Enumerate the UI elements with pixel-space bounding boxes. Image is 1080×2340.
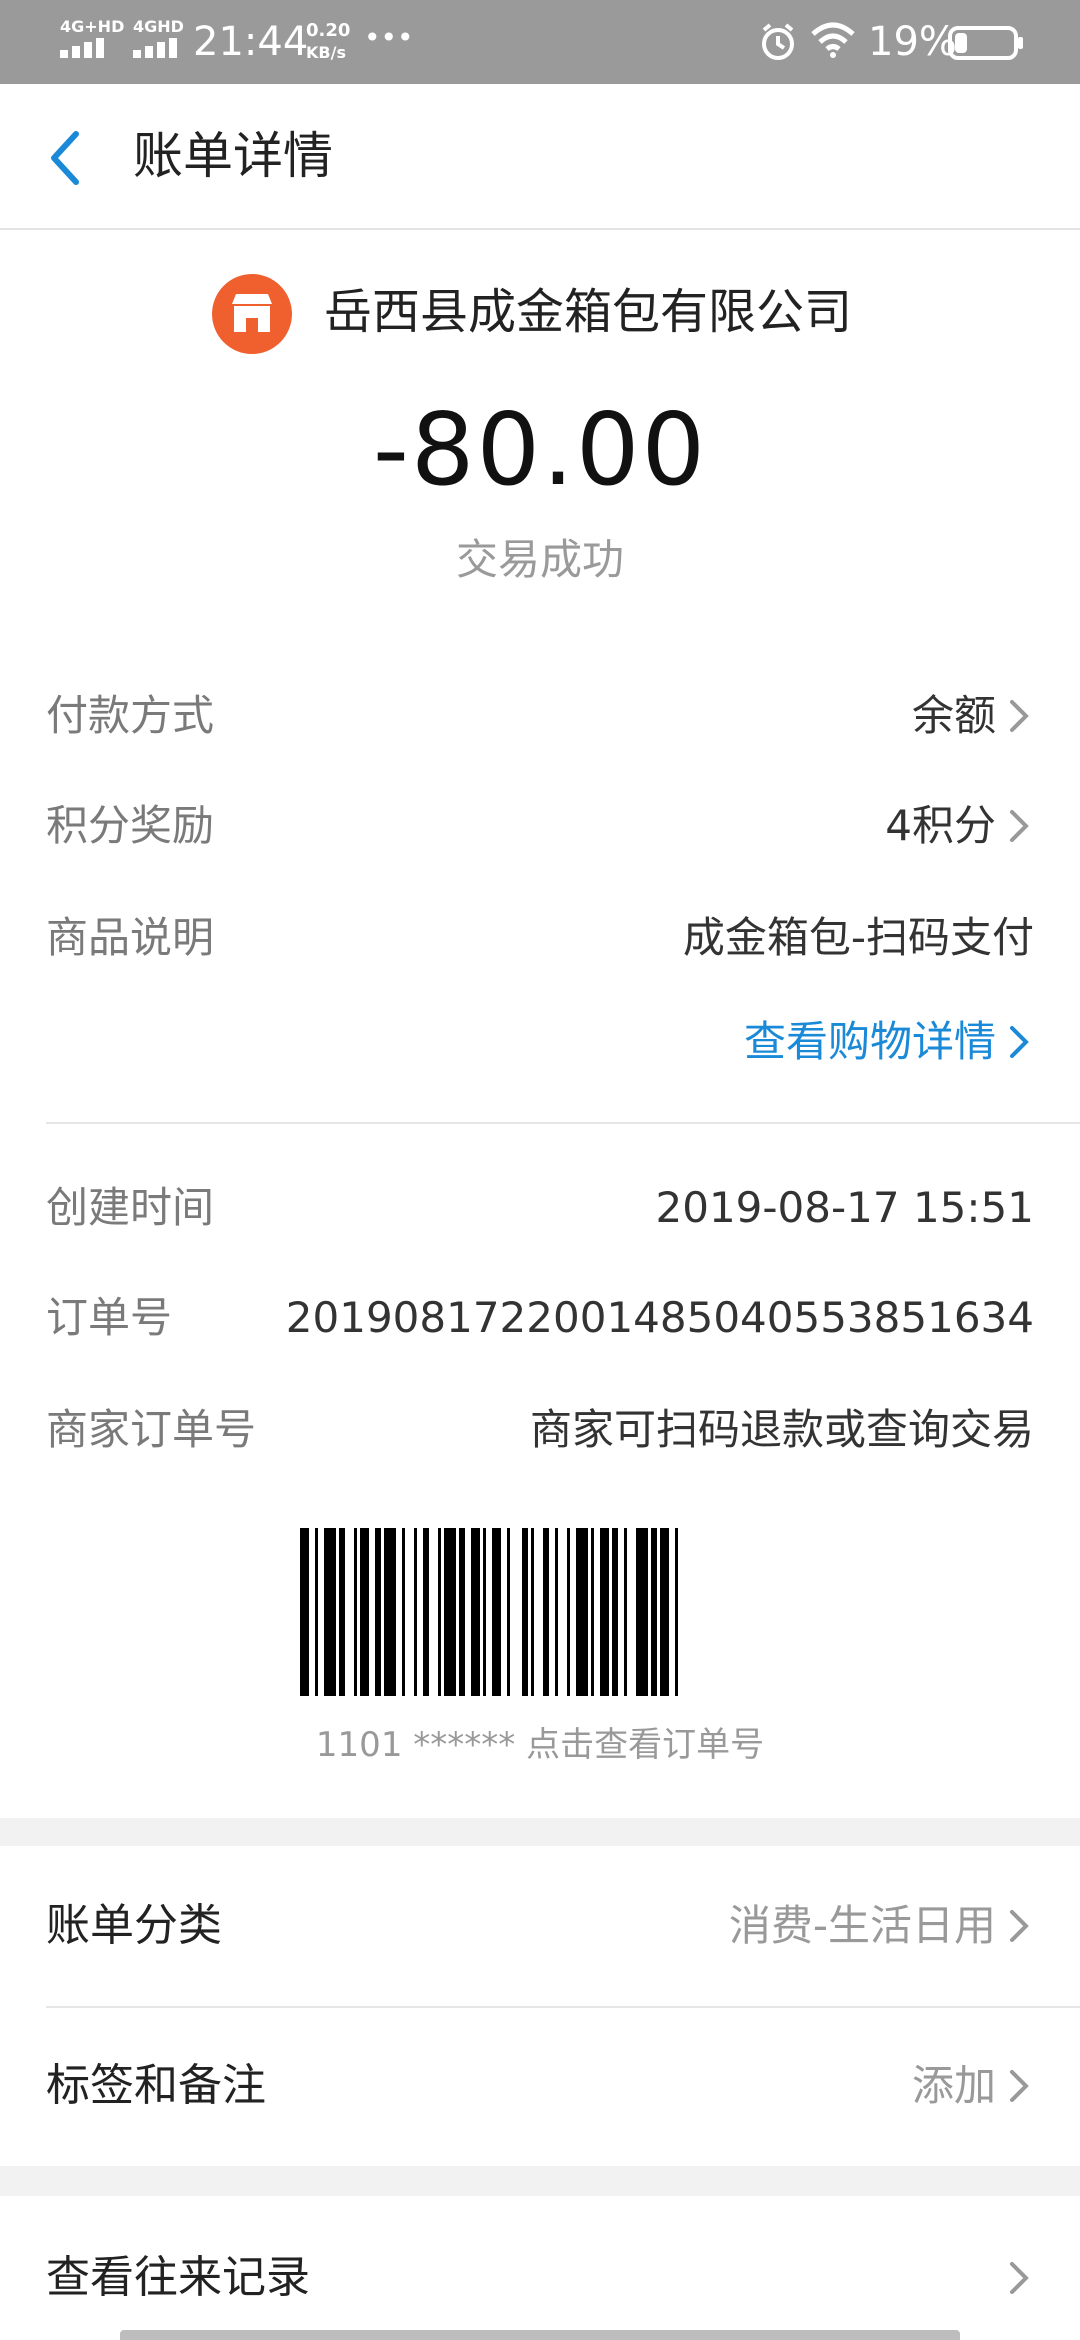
product-description-value: 成金箱包-扫码支付 xyxy=(682,913,1034,962)
payment-method-value[interactable]: 余额 xyxy=(912,688,996,744)
divider xyxy=(46,1122,1080,1124)
status-bar: 4G+HD 4GHD 21:44 0.20 KB/s ••• 19% xyxy=(0,0,1080,84)
points-reward-value[interactable]: 4积分 xyxy=(885,798,996,854)
barcode-bar xyxy=(360,1528,369,1696)
shop-icon xyxy=(212,274,292,354)
chevron-right-icon[interactable] xyxy=(1004,798,1034,854)
barcode-bar xyxy=(522,1528,528,1696)
view-shopping-details-link[interactable]: 查看购物详情 xyxy=(744,1014,996,1070)
battery-icon xyxy=(948,26,1023,60)
barcode-bar xyxy=(624,1528,627,1696)
merchant-order-number-value: 商家可扫码退款或查询交易 xyxy=(529,1405,1034,1454)
bill-category-row[interactable]: 账单分类 消费-生活日用 xyxy=(0,1846,1080,2006)
chevron-right-icon xyxy=(1010,2070,1029,2102)
barcode-bar xyxy=(636,1528,648,1696)
created-time-label: 创建时间 xyxy=(46,1183,215,1232)
barcode-bar xyxy=(576,1528,588,1696)
chevron-right-icon xyxy=(1010,1910,1029,1942)
merchant-name: 岳西县成金箱包有限公司 xyxy=(324,284,853,340)
barcode-bar xyxy=(459,1528,465,1696)
barcode[interactable] xyxy=(300,1528,782,1696)
battery-percent: 19% xyxy=(868,19,957,65)
bill-category-label: 账单分类 xyxy=(46,1900,222,1951)
barcode-bar xyxy=(315,1528,318,1696)
chevron-left-icon[interactable] xyxy=(46,128,86,188)
chevron-right-icon xyxy=(1010,2262,1029,2294)
net-speed-unit: KB/s xyxy=(306,43,346,62)
transaction-status: 交易成功 xyxy=(455,535,624,584)
product-description-label: 商品说明 xyxy=(46,913,215,962)
barcode-bar xyxy=(660,1528,669,1696)
barcode-bar xyxy=(375,1528,381,1696)
barcode-bar xyxy=(675,1528,678,1696)
created-time-value: 2019-08-17 15:51 xyxy=(655,1183,1034,1232)
tags-notes-row[interactable]: 标签和备注 添加 xyxy=(0,2008,1080,2166)
view-history-label: 查看往来记录 xyxy=(46,2252,310,2303)
bill-options-section: 账单分类 消费-生活日用 标签和备注 添加 xyxy=(0,1846,1080,2166)
barcode-bar xyxy=(324,1528,336,1696)
view-history-row[interactable]: 查看往来记录 xyxy=(0,2196,1080,2340)
barcode-bar xyxy=(444,1528,456,1696)
barcode-bar xyxy=(300,1528,309,1696)
history-section: 查看往来记录 xyxy=(0,2196,1080,2340)
barcode-bar xyxy=(414,1528,417,1696)
chevron-right-icon[interactable] xyxy=(1004,1014,1034,1070)
barcode-bar xyxy=(600,1528,609,1696)
merchant-order-number-label: 商家订单号 xyxy=(46,1405,257,1454)
bill-detail-card: 岳西县成金箱包有限公司 -80.00 交易成功 付款方式 余额 积分奖励 4积分… xyxy=(0,230,1080,1818)
barcode-bar xyxy=(591,1528,594,1696)
network-type-1: 4G+HD xyxy=(60,17,125,36)
barcode-bar xyxy=(438,1528,441,1696)
bottom-button-strip xyxy=(120,2330,960,2340)
signal-icon xyxy=(133,38,177,58)
barcode-bar xyxy=(555,1528,558,1696)
barcode-bar xyxy=(339,1528,345,1696)
signal-icon xyxy=(60,38,104,58)
barcode-bar xyxy=(354,1528,357,1696)
barcode-bar xyxy=(651,1528,657,1696)
bill-category-value: 消费-生活日用 xyxy=(728,1901,996,1950)
net-speed-value: 0.20 xyxy=(306,20,351,41)
nav-bar: 账单详情 xyxy=(0,84,1080,230)
page-title: 账单详情 xyxy=(133,127,333,185)
barcode-bar xyxy=(402,1528,405,1696)
barcode-bar xyxy=(567,1528,570,1696)
more-indicator: ••• xyxy=(364,21,414,54)
payment-method-label: 付款方式 xyxy=(46,691,215,740)
network-type-2: 4GHD xyxy=(133,17,184,36)
barcode-bar xyxy=(471,1528,480,1696)
barcode-bar xyxy=(612,1528,618,1696)
alarm-icon xyxy=(762,23,794,60)
barcode-bar xyxy=(423,1528,429,1696)
barcode-bar xyxy=(531,1528,534,1696)
barcode-bar xyxy=(492,1528,501,1696)
barcode-bar xyxy=(483,1528,486,1696)
barcode-bar xyxy=(507,1528,510,1696)
wifi-icon xyxy=(811,22,855,58)
tags-notes-label: 标签和备注 xyxy=(46,2060,266,2111)
clock: 21:44 xyxy=(193,19,309,65)
chevron-right-icon[interactable] xyxy=(1004,688,1034,744)
points-reward-label: 积分奖励 xyxy=(46,801,215,850)
barcode-bar xyxy=(543,1528,549,1696)
amount: -80.00 xyxy=(372,391,708,508)
barcode-caption[interactable]: 1101 ****** 点击查看订单号 xyxy=(0,1722,1080,1768)
barcode-bar xyxy=(384,1528,396,1696)
order-number-label: 订单号 xyxy=(46,1293,173,1342)
order-number-value: 2019081722001485040553851634 xyxy=(285,1293,1034,1342)
tags-notes-value: 添加 xyxy=(911,2061,996,2110)
